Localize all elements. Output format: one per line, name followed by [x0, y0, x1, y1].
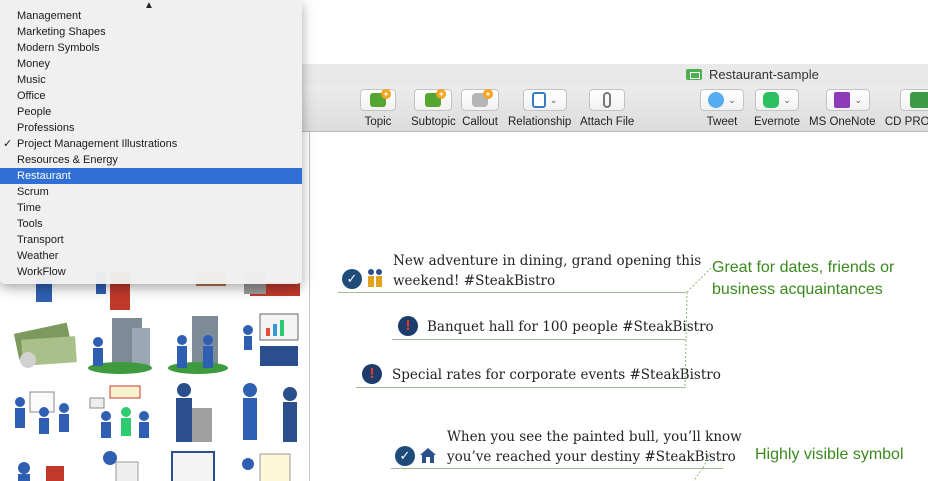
discussion-clipart[interactable]	[243, 383, 297, 442]
menu-item-people[interactable]: People	[0, 104, 302, 120]
handshake-building-clipart[interactable]	[168, 316, 228, 374]
category-dropdown-menu[interactable]: ▲ Management Marketing Shapes Modern Sym…	[0, 0, 302, 284]
branch-line	[338, 292, 686, 293]
cd-pro-button[interactable]: CD PRO...	[870, 89, 928, 128]
tweet-button-face[interactable]: ⌄	[700, 89, 744, 111]
menu-item-time[interactable]: Time	[0, 200, 302, 216]
evernote-elephant-icon	[763, 92, 780, 108]
callout-highly-visible-symbol[interactable]: Highly visible symbol	[755, 444, 904, 466]
priority-alert-icon	[362, 364, 382, 384]
cd-pro-icon	[910, 92, 928, 108]
menu-item-marketing-shapes[interactable]: Marketing Shapes	[0, 24, 302, 40]
clipart-item[interactable]	[171, 451, 215, 481]
evernote-label: Evernote	[754, 116, 801, 128]
menu-item-music[interactable]: Music	[0, 72, 302, 88]
tweet-label: Tweet	[706, 116, 738, 128]
menu-item-workflow[interactable]: WorkFlow	[0, 264, 302, 280]
topic-button-face[interactable]	[360, 89, 396, 111]
branch-line	[392, 339, 686, 340]
house-icon	[420, 448, 436, 463]
menu-item-professions[interactable]: Professions	[0, 120, 302, 136]
relationship-label: Relationship	[508, 116, 572, 128]
podium-speaker-clipart[interactable]	[176, 383, 212, 442]
evernote-button-face[interactable]: ⌄	[755, 89, 800, 111]
chevron-down-icon: ⌄	[783, 94, 791, 105]
topic-label: Topic	[364, 116, 392, 128]
relationship-button-face[interactable]: ⌄	[522, 89, 567, 111]
document-title-text: Restaurant-sample	[709, 67, 819, 82]
topic-text-line: New adventure in dining, grand opening t…	[393, 253, 702, 269]
menu-item-money[interactable]: Money	[0, 56, 302, 72]
branch-line	[356, 387, 686, 388]
menu-item-restaurant[interactable]: Restaurant	[0, 168, 302, 184]
topic-text-line: weekend! #SteakBistro	[393, 273, 556, 289]
priority-alert-icon	[398, 316, 418, 336]
protest-signs-clipart[interactable]	[89, 385, 149, 438]
team-chart-clipart[interactable]	[15, 391, 69, 434]
task-complete-icon: ✓	[395, 446, 415, 466]
office-building-clipart[interactable]	[88, 318, 152, 374]
topic-icon	[370, 89, 391, 107]
ms-onenote-label: MS OneNote	[809, 116, 876, 128]
tweet-button[interactable]: ⌄ Tweet	[700, 89, 744, 128]
attach-file-button-face[interactable]	[589, 89, 626, 111]
subtopic-icon	[425, 89, 447, 107]
money-clipart[interactable]	[13, 322, 77, 368]
attach-file-label: Attach File	[580, 116, 635, 128]
chevron-down-icon: ⌄	[549, 94, 558, 105]
clipart-item[interactable]	[18, 462, 64, 481]
callout-text-line: business acquaintances	[712, 281, 883, 298]
menu-item-management[interactable]: Management	[0, 8, 302, 24]
menu-item-modern-symbols[interactable]: Modern Symbols	[0, 40, 302, 56]
evernote-button[interactable]: ⌄ Evernote	[754, 89, 800, 128]
cd-pro-button-face[interactable]	[900, 89, 928, 111]
clipart-item[interactable]	[103, 451, 139, 481]
relationship-button[interactable]: ⌄ Relationship	[508, 89, 571, 128]
document-title: Restaurant-sample	[686, 67, 819, 82]
subtopic-button[interactable]: Subtopic	[411, 89, 456, 128]
relationship-icon	[531, 92, 546, 108]
chevron-down-icon: ⌄	[728, 94, 736, 105]
ms-onenote-button[interactable]: ⌄ MS OneNote	[809, 89, 875, 128]
menu-item-label: Project Management Illustrations	[17, 138, 178, 150]
paperclip-icon	[603, 92, 612, 108]
topic-grand-opening[interactable]: New adventure in dining, grand opening t…	[393, 251, 701, 291]
presentation-audience-clipart[interactable]	[243, 313, 299, 366]
ms-onenote-button-face[interactable]: ⌄	[826, 89, 871, 111]
people-icon	[368, 269, 382, 287]
topic-button[interactable]: Topic	[360, 89, 396, 128]
checkmark-icon: ✓	[3, 138, 13, 150]
cd-pro-label: CD PRO...	[884, 116, 928, 128]
chevron-down-icon: ⌄	[854, 94, 862, 105]
clipart-item[interactable]	[242, 453, 291, 481]
menu-item-transport[interactable]: Transport	[0, 232, 302, 248]
attach-file-button[interactable]: Attach File	[580, 89, 634, 128]
callout-button[interactable]: Callout	[461, 89, 499, 128]
menu-item-project-management-illustrations[interactable]: ✓ Project Management Illustrations	[0, 136, 302, 152]
subtopic-button-face[interactable]	[414, 89, 453, 111]
subtopic-label: Subtopic	[411, 116, 456, 128]
menu-item-office[interactable]: Office	[0, 88, 302, 104]
task-complete-icon: ✓	[342, 269, 362, 289]
callout-label: Callout	[462, 116, 498, 128]
mindmap-canvas[interactable]: ✓ New adventure in dining, grand opening…	[311, 132, 928, 481]
callout-great-for-dates[interactable]: Great for dates, friends or business acq…	[712, 257, 894, 301]
twitter-bird-icon	[708, 92, 725, 108]
mindmap-document-icon	[686, 69, 702, 80]
menu-item-resources-energy[interactable]: Resources & Energy	[0, 152, 302, 168]
menu-item-scrum[interactable]: Scrum	[0, 184, 302, 200]
callout-text-line: Great for dates, friends or	[712, 259, 895, 276]
menu-item-tools[interactable]: Tools	[0, 216, 302, 232]
onenote-icon	[834, 92, 851, 108]
callout-button-face[interactable]	[461, 89, 499, 111]
callout-icon	[472, 89, 493, 107]
menu-item-weather[interactable]: Weather	[0, 248, 302, 264]
